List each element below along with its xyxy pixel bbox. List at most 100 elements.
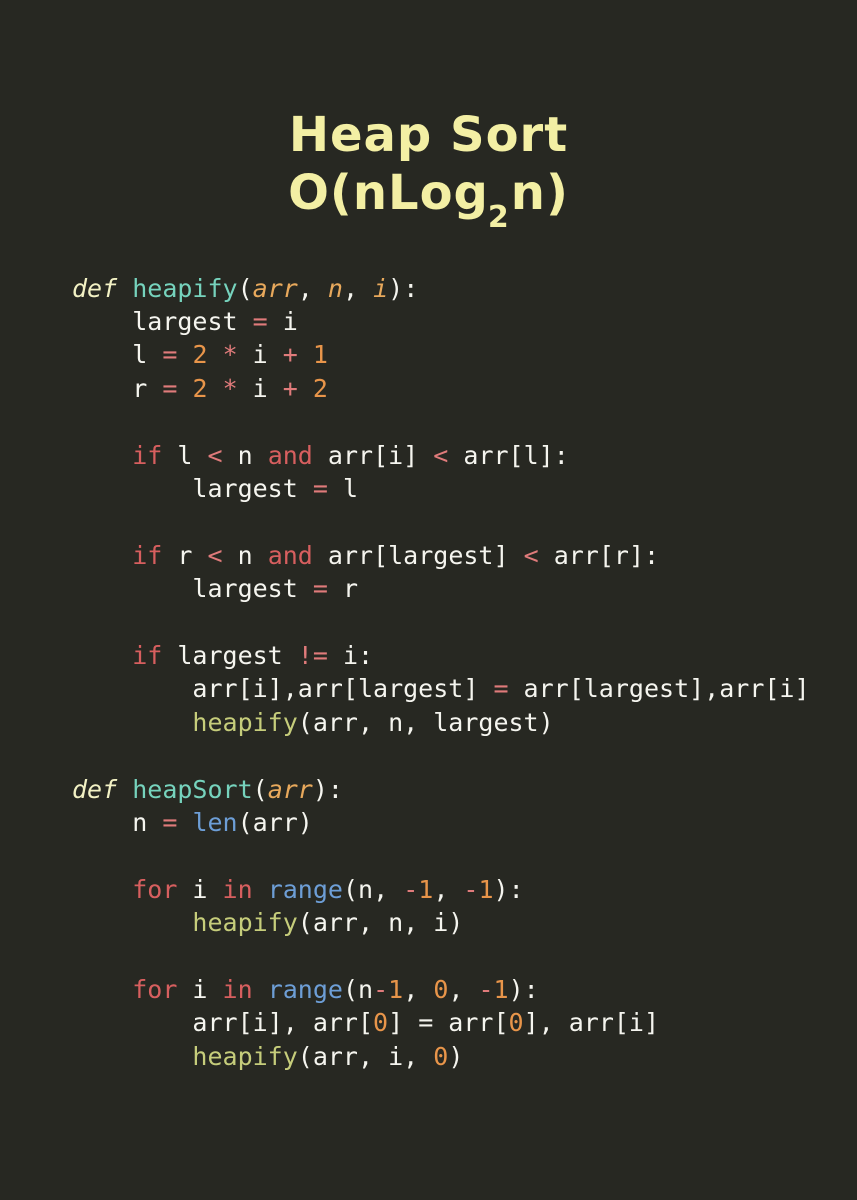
code-line: r = 2 * i + 2 (72, 372, 837, 405)
code-token-num: 1 (388, 975, 404, 1005)
code-line: largest = i (72, 305, 837, 338)
code-listing: def heapify(arr, n, i): largest = i l = … (0, 272, 857, 1074)
code-token-plain: l (72, 340, 163, 370)
code-token-op: - (463, 874, 479, 904)
code-token-plain: i (177, 874, 223, 904)
title-algorithm-text: Heap Sort (288, 107, 569, 163)
code-token-def: def (72, 774, 133, 804)
code-token-plain: , (433, 874, 464, 904)
code-token-builtin: range (267, 874, 343, 904)
code-token-op: = (162, 808, 178, 838)
code-line: l = 2 * i + 1 (72, 338, 837, 371)
code-token-plain: i (267, 307, 298, 336)
code-token-num: 0 (433, 1041, 449, 1071)
code-token-kw: if (132, 440, 163, 470)
code-token-op: = (162, 373, 178, 403)
code-token-plain: ] = arr[ (388, 1008, 509, 1038)
code-token-plain: largest (72, 307, 253, 336)
code-token-plain: ): (508, 975, 539, 1005)
code-token-plain: largest (162, 641, 298, 671)
code-token-param: n (327, 273, 343, 303)
title-line-complexity: O(nLog2n) (0, 164, 857, 240)
code-token-plain: i (237, 373, 283, 403)
code-token-plain: (n (342, 975, 374, 1005)
code-token-op: = (162, 340, 178, 370)
code-line: if l < n and arr[i] < arr[l]: (72, 439, 837, 472)
code-token-plain: (arr, n, largest) (297, 707, 554, 737)
code-token-call: heapify (192, 908, 298, 938)
code-line: if r < n and arr[largest] < arr[r]: (72, 539, 837, 572)
code-token-num: 0 (373, 1008, 389, 1038)
code-token-plain: (n, (342, 874, 404, 904)
code-token-plain: , (403, 975, 434, 1005)
code-token-plain: r (162, 540, 208, 570)
code-line: arr[i], arr[0] = arr[0], arr[i] (72, 1006, 837, 1039)
code-line: largest = l (72, 472, 837, 505)
code-token-plain: arr[l]: (448, 440, 569, 470)
code-token-plain: r (72, 373, 163, 403)
code-token-plain: l (327, 474, 358, 504)
code-token-op: * (222, 340, 238, 370)
poster-title: Heap Sort O(nLog2n) (0, 0, 857, 240)
code-token-num: 1 (418, 874, 434, 904)
code-token-plain: (arr, n, i) (297, 908, 464, 938)
code-token-plain: , (342, 273, 374, 303)
poster-canvas: Heap Sort O(nLog2n) def heapify(arr, n, … (0, 0, 857, 1200)
code-token-num: 1 (478, 874, 494, 904)
code-line: for i in range(n-1, 0, -1): (72, 973, 837, 1006)
code-token-plain: arr[i], arr[ (72, 1008, 374, 1038)
code-token-kw: and (267, 540, 313, 570)
code-token-op: < (523, 540, 539, 570)
code-token-num: 2 (192, 340, 208, 370)
code-token-num: 2 (192, 373, 208, 403)
code-token-op: < (207, 440, 223, 470)
code-token-op: = (252, 307, 268, 336)
code-token-plain: , (297, 273, 328, 303)
code-token-op: < (207, 540, 223, 570)
code-line: heapify(arr, n, i) (72, 906, 837, 939)
complexity-prefix: O(nLog (288, 165, 489, 221)
code-token-plain: i (177, 975, 223, 1005)
code-token-kw: if (132, 641, 163, 671)
code-token-kw: for (132, 874, 178, 904)
code-line: def heapify(arr, n, i): (72, 272, 837, 305)
code-token-plain: ) (448, 1041, 464, 1071)
code-token-plain: arr[r]: (538, 540, 660, 570)
code-token-op: < (433, 440, 449, 470)
code-line: def heapSort(arr): (72, 773, 837, 806)
code-token-fname: heapSort (132, 774, 253, 804)
code-token-plain: ( (237, 273, 253, 303)
code-token-num: 0 (508, 1008, 524, 1038)
code-token-plain: (arr, i, (297, 1041, 434, 1071)
code-token-plain: ( (252, 774, 268, 804)
code-token-plain: largest (72, 474, 313, 504)
code-token-builtin: len (192, 808, 238, 838)
code-token-op: - (403, 874, 419, 904)
code-token-plain: l (162, 440, 208, 470)
code-token-plain: n (222, 440, 268, 470)
code-line: n = len(arr) (72, 806, 837, 839)
code-token-call: heapify (192, 707, 298, 737)
code-token-def: def (72, 273, 133, 303)
code-token-kw: if (132, 540, 163, 570)
code-token-call: heapify (192, 1041, 298, 1071)
code-token-plain: arr[largest],arr[i] (508, 674, 810, 704)
code-token-plain: arr[i],arr[largest] (72, 674, 494, 704)
code-token-op: = (312, 474, 328, 504)
code-line: arr[i],arr[largest] = arr[largest],arr[i… (72, 672, 837, 705)
